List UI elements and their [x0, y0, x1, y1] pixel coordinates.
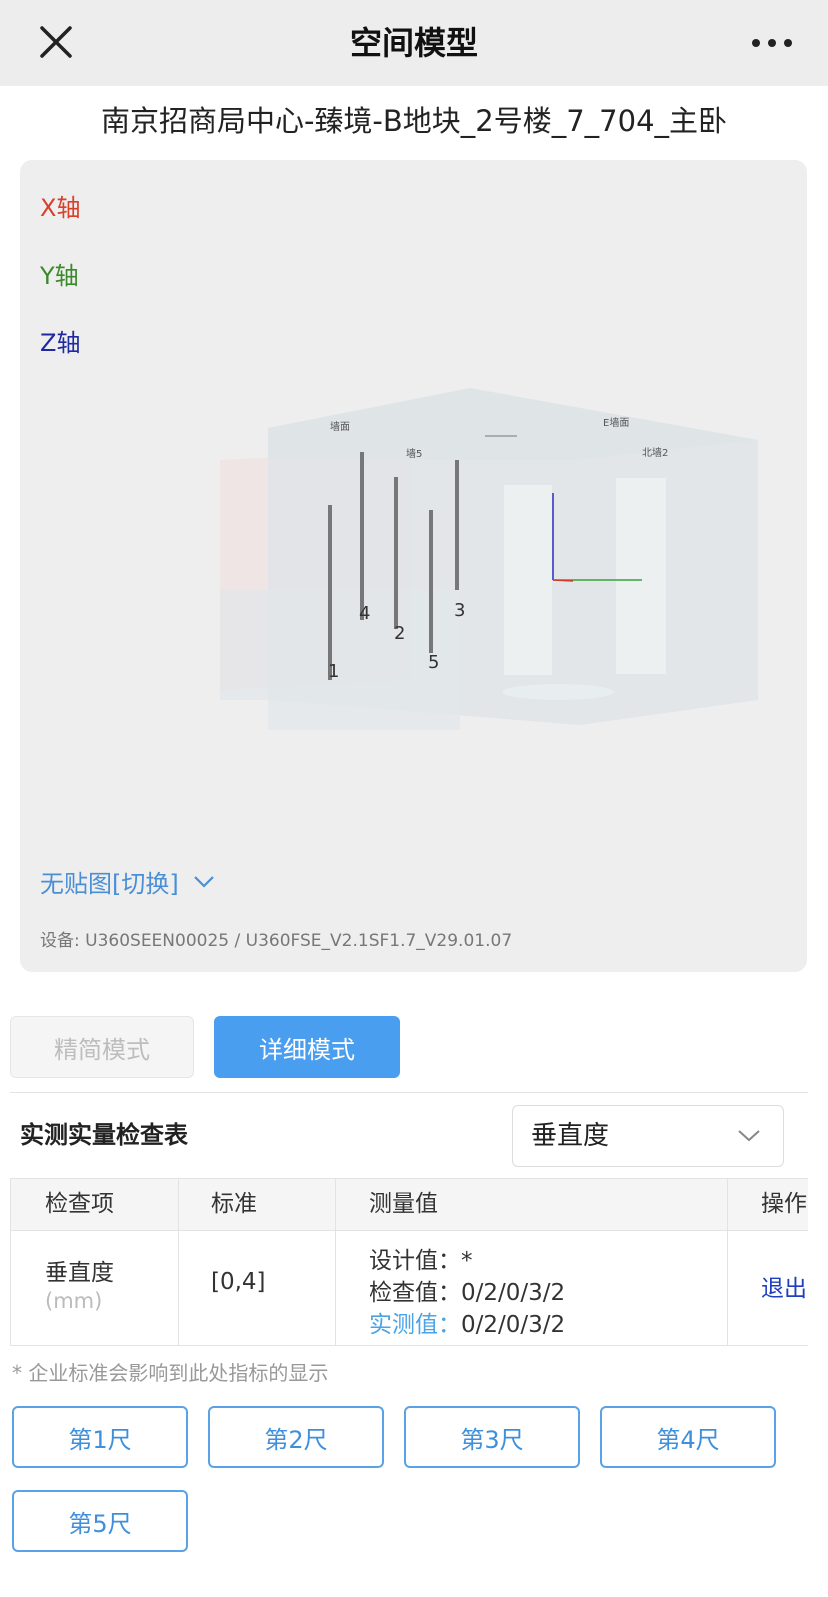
header-action: 操作	[761, 1191, 807, 1217]
ruler-2-button[interactable]: 第2尺	[208, 1406, 384, 1468]
room-3d-scene[interactable]: 墙面 E墙面 北墙2 墙5 1 2 3 4 5	[20, 160, 807, 972]
nav-header: 空间模型	[0, 0, 828, 86]
ruler-2-bar	[394, 477, 398, 629]
header-standard: 标准	[211, 1191, 257, 1217]
device-info: 设备: U360SEEN00025 / U360FSE_V2.1SF1.7_V2…	[40, 931, 513, 951]
wall-label-c: 北墙2	[642, 446, 668, 459]
close-button[interactable]	[36, 22, 76, 62]
chevron-down-icon	[193, 875, 214, 888]
simple-mode-button[interactable]: 精简模式	[10, 1016, 194, 1078]
exit-link[interactable]: 退出	[761, 1269, 807, 1303]
table-header-row: 检查项 标准 测量值 操作	[11, 1179, 808, 1231]
ruler-3-bar	[455, 460, 459, 590]
ruler-4-label: 4	[359, 603, 370, 624]
window-right-shape	[616, 478, 666, 674]
axis-y-label: Y轴	[40, 262, 79, 290]
check-label: 检查值：	[369, 1280, 461, 1306]
header-measured: 测量值	[369, 1191, 438, 1217]
divider	[10, 1092, 808, 1093]
ruler-4-bar	[360, 452, 364, 620]
check-type-select[interactable]: 垂直度	[512, 1105, 784, 1167]
measured-label: 实测值：	[369, 1312, 461, 1338]
floor-mark-shape	[502, 684, 614, 700]
ruler-3-label: 3	[454, 600, 465, 621]
window-left-shape	[504, 485, 552, 675]
lower-block-shape	[220, 590, 460, 730]
ruler-1-bar	[328, 505, 332, 680]
axis-z-label: Z轴	[40, 329, 81, 357]
model-viewer[interactable]: 墙面 E墙面 北墙2 墙5 1 2 3 4 5 X轴 Y轴 Z轴 无贴图[切换]…	[20, 160, 807, 972]
wall-label-a: 墙面	[330, 420, 350, 433]
ruler-1-button[interactable]: 第1尺	[12, 1406, 188, 1468]
design-value: *	[461, 1248, 473, 1274]
measured-value: 0/2/0/3/2	[461, 1312, 566, 1338]
wall-label-b: E墙面	[603, 416, 629, 429]
room-title: 南京招商局中心-臻境-B地块_2号楼_7_704_主卧	[100, 104, 728, 138]
table-row: 垂直度 (mm) [0,4] 设计值：* 检查值：0/2/0/3/2 实测值：0…	[11, 1231, 808, 1345]
check-value: 0/2/0/3/2	[461, 1280, 566, 1306]
design-value-line: 设计值：*	[369, 1241, 473, 1275]
ruler-1-label: 1	[328, 661, 339, 682]
detail-mode-button[interactable]: 详细模式	[214, 1016, 400, 1078]
ruler-3-button[interactable]: 第3尺	[404, 1406, 580, 1468]
measured-value-line: 实测值：0/2/0/3/2	[369, 1305, 565, 1339]
row-item: 垂直度	[45, 1260, 114, 1286]
ruler-5-button[interactable]: 第5尺	[12, 1490, 188, 1552]
wall-label-d: 墙5	[406, 447, 422, 460]
ruler-5-bar	[429, 510, 433, 653]
row-standard: [0,4]	[211, 1269, 266, 1295]
close-icon	[40, 26, 72, 58]
axis-x-label: X轴	[40, 194, 81, 222]
check-table-title: 实测实量检查表	[20, 1121, 188, 1149]
check-type-value: 垂直度	[531, 1121, 610, 1151]
check-value-line: 检查值：0/2/0/3/2	[369, 1273, 565, 1307]
design-label: 设计值：	[369, 1248, 461, 1274]
page-title: 空间模型	[349, 24, 478, 62]
footnote: * 企业标准会影响到此处指标的显示	[12, 1361, 329, 1385]
x-axis-line	[552, 579, 574, 582]
more-button[interactable]	[748, 30, 796, 56]
check-table: 检查项 标准 测量值 操作 垂直度 (mm) [0,4] 设计值：* 检查值：0…	[10, 1178, 808, 1346]
ruler-5-label: 5	[428, 652, 439, 673]
row-unit: (mm)	[45, 1289, 103, 1313]
ruler-2-label: 2	[394, 623, 405, 644]
header-item: 检查项	[45, 1191, 114, 1217]
texture-toggle-label: 无贴图[切换]	[40, 870, 179, 898]
ruler-4-button[interactable]: 第4尺	[600, 1406, 776, 1468]
more-icon	[752, 39, 792, 47]
texture-toggle[interactable]: 无贴图[切换]	[40, 864, 215, 899]
chevron-down-icon	[738, 1130, 760, 1142]
